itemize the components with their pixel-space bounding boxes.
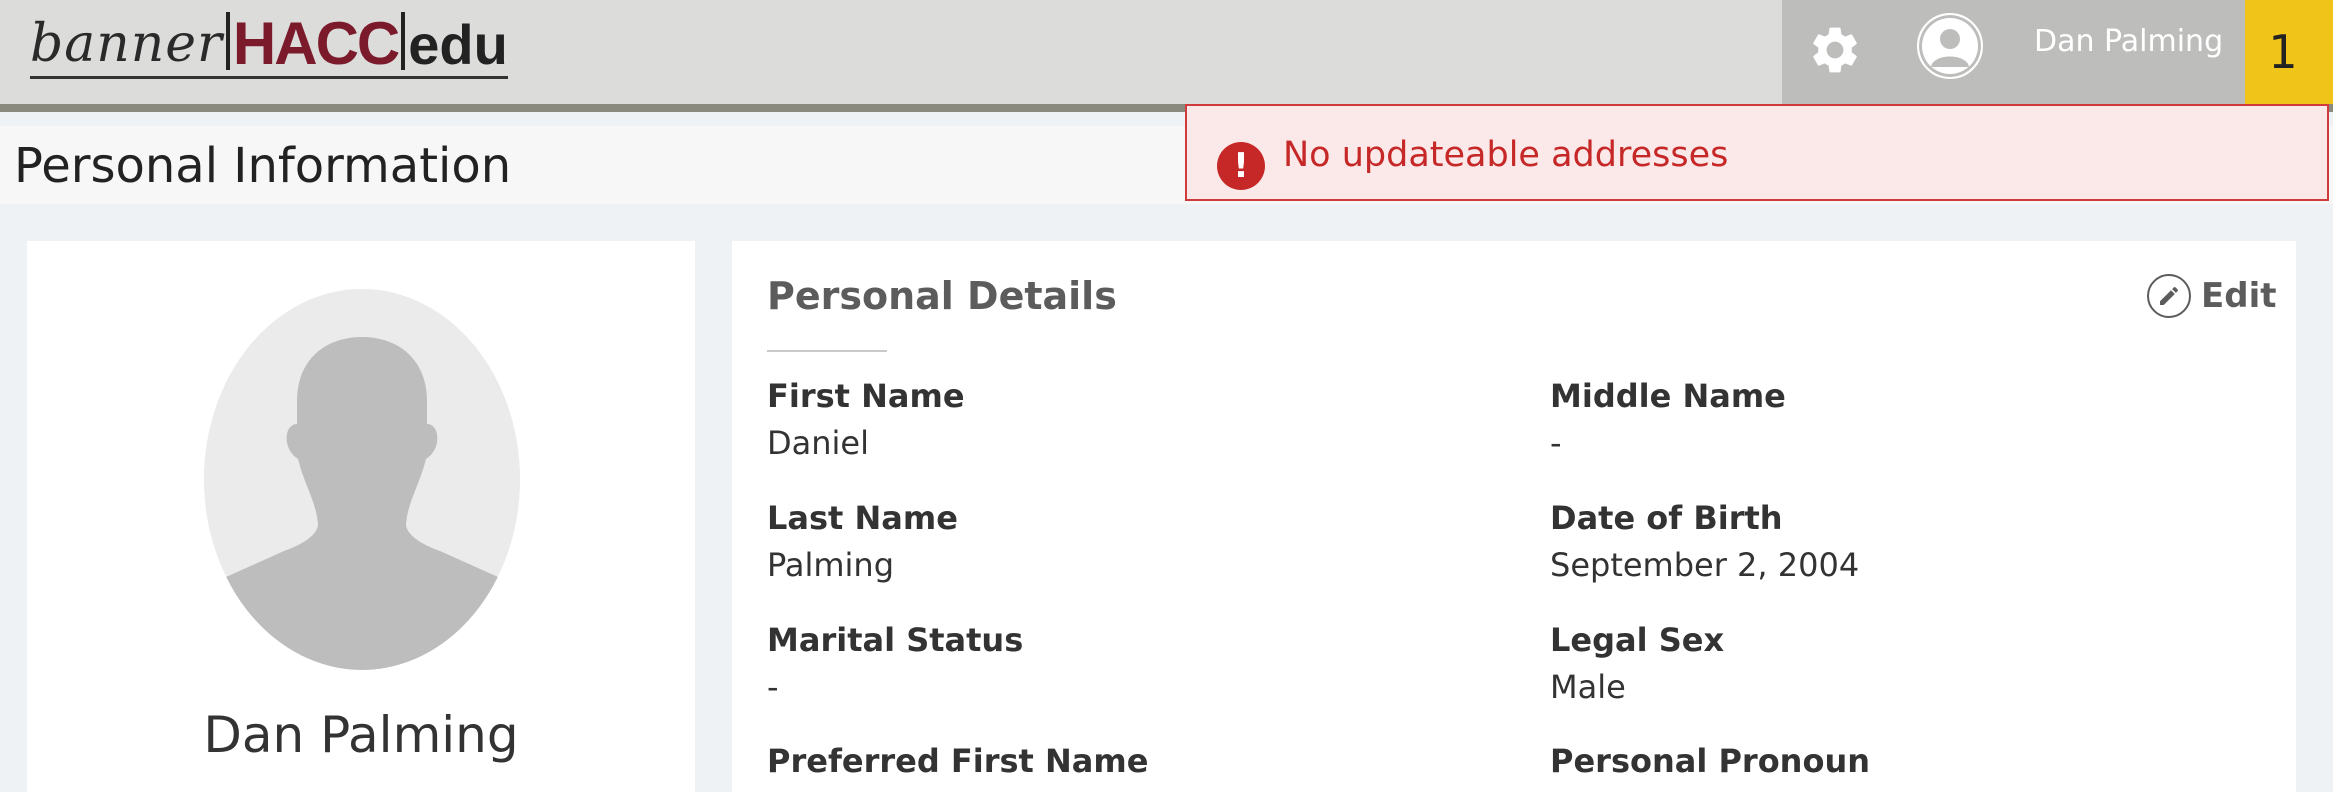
pencil-icon xyxy=(2147,274,2191,318)
date-of-birth-value: September 2, 2004 xyxy=(1550,546,1860,584)
logo-separator xyxy=(225,12,230,70)
last-name-label: Last Name xyxy=(767,499,958,537)
error-icon: ! xyxy=(1217,142,1265,190)
first-name-label: First Name xyxy=(767,377,965,415)
personal-pronoun-label: Personal Pronoun xyxy=(1550,742,1870,780)
notification-badge[interactable]: 1 xyxy=(2245,0,2333,104)
personal-details-card xyxy=(732,241,2296,792)
middle-name-label: Middle Name xyxy=(1550,377,1786,415)
profile-avatar xyxy=(204,289,520,670)
legal-sex-value: Male xyxy=(1550,668,1626,706)
notification-count: 1 xyxy=(2268,25,2298,79)
logo-separator xyxy=(401,12,406,70)
error-alert-text: No updateable addresses xyxy=(1283,135,1729,175)
legal-sex-label: Legal Sex xyxy=(1550,621,1725,659)
user-avatar-icon[interactable] xyxy=(1917,13,1983,79)
last-name-value: Palming xyxy=(767,546,895,584)
page-title: Personal Information xyxy=(14,138,512,194)
profile-name: Dan Palming xyxy=(203,706,519,764)
marital-status-label: Marital Status xyxy=(767,621,1024,659)
preferred-first-name-label: Preferred First Name xyxy=(767,742,1149,780)
gear-icon[interactable] xyxy=(1807,22,1863,78)
logo-hacc-text: HACC xyxy=(232,10,400,77)
logo-edu-text: edu xyxy=(408,13,508,76)
edit-button-label: Edit xyxy=(2201,276,2277,316)
section-title: Personal Details xyxy=(767,274,1117,318)
date-of-birth-label: Date of Birth xyxy=(1550,499,1783,537)
first-name-value: Daniel xyxy=(767,424,869,462)
marital-status-value: - xyxy=(767,668,779,706)
banner-hacc-logo[interactable]: banner HACC edu xyxy=(30,8,508,79)
header-user-name[interactable]: Dan Palming xyxy=(2034,24,2223,59)
section-divider xyxy=(767,350,887,352)
edit-button[interactable]: Edit xyxy=(2147,274,2276,318)
middle-name-value: - xyxy=(1550,424,1562,462)
logo-banner-text: banner xyxy=(30,14,223,74)
